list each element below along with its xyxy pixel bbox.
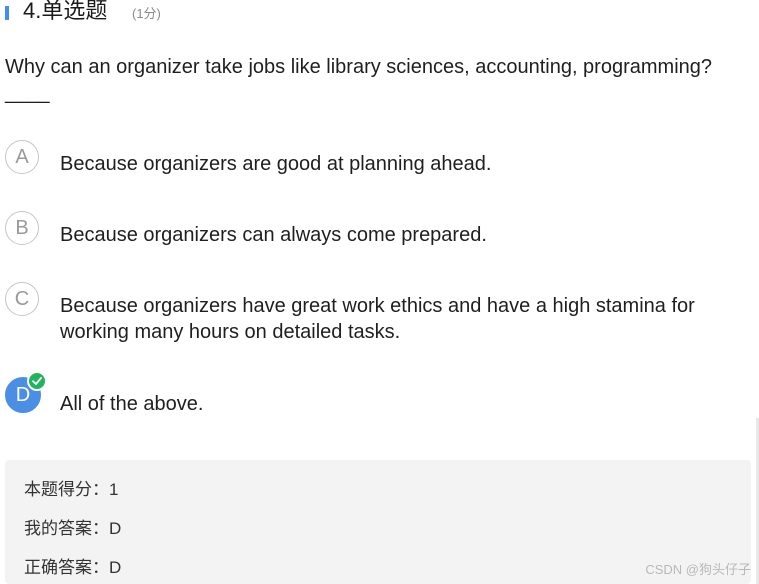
header-accent-bar [5,6,9,20]
option-a-circle[interactable]: A [5,140,39,174]
option-b-circle[interactable]: B [5,211,39,245]
correct-answer-line: 正确答案：D [24,558,122,577]
option-d-text: All of the above. [60,393,204,415]
option-a-text: Because organizers are good at planning … [60,153,492,175]
question-text: Why can an organizer take jobs like libr… [5,56,713,104]
my-answer-line: 我的答案：D [24,519,122,538]
option-c-text: Because organizers have great work ethic… [60,295,695,343]
check-icon [27,371,47,391]
option-b-text: Because organizers can always come prepa… [60,224,487,246]
question-score: (1分) [132,6,161,21]
score-line: 本题得分：1 [24,480,119,499]
watermark: CSDN @狗头仔子 [645,562,751,577]
option-c-circle[interactable]: C [5,282,39,316]
result-panel: 本题得分：1 我的答案：D 正确答案：D [5,460,751,584]
check-icon-glyph [32,377,42,385]
question-number-type: 4.单选题 [23,0,108,23]
